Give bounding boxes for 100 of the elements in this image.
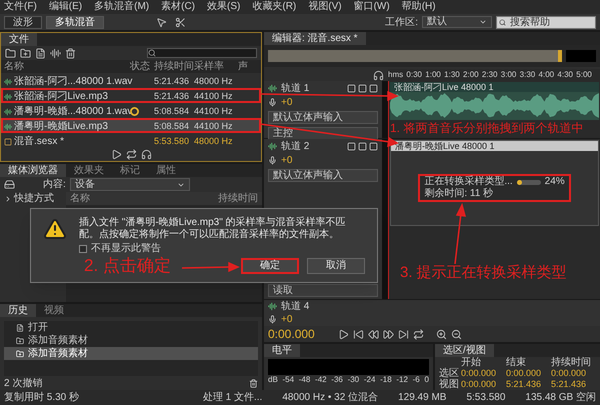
overview-preview [566, 50, 596, 62]
time-field[interactable]: 0:00.000 [461, 368, 506, 379]
zoom-out-icon[interactable] [451, 328, 462, 340]
content-dropdown[interactable]: 设备 [70, 178, 190, 191]
menu-item[interactable]: 帮助(H) [402, 0, 436, 14]
panel-tab[interactable]: 文件 [1, 33, 37, 46]
audio-file-icon [4, 92, 12, 100]
panel-tab[interactable]: 媒体浏览器 [0, 164, 66, 177]
column-header: 结束 [506, 357, 527, 368]
column-header[interactable]: 状态 [130, 60, 154, 73]
checkbox-label: 不再显示此警告 [91, 243, 161, 255]
track-icon [268, 142, 277, 151]
view-button[interactable]: 多轨混音 [46, 16, 104, 28]
dialog-button[interactable]: 确定 [241, 258, 299, 274]
file-row[interactable]: 混音.sesx * 5:53.580 48000 Hz [1, 133, 261, 148]
duration-cell-text: 5:08.584 [154, 106, 190, 117]
skip-forward-icon[interactable] [398, 328, 409, 340]
ruler-label: 2:30 [482, 69, 498, 81]
meter-scale-label: -12 [396, 375, 408, 385]
column-header[interactable]: 名称 [4, 60, 130, 73]
time-field[interactable]: 0:00.000 [551, 368, 596, 379]
skip-back-icon[interactable] [353, 328, 364, 340]
view-button[interactable]: 波形 [4, 16, 42, 28]
file-icon[interactable] [35, 48, 46, 58]
search-icon [499, 18, 506, 26]
play-icon[interactable] [110, 149, 122, 160]
sample-rate-cell-text: 44100 Hz [194, 106, 234, 117]
search-field[interactable] [147, 48, 257, 58]
time-field[interactable]: 0:00.000 [506, 368, 551, 379]
progress-label: 正在转换采样类型... [424, 176, 513, 188]
annotation-text: 2. 点击确定 [84, 256, 171, 276]
panel-tab[interactable]: 效果夹 [66, 164, 112, 177]
file-name: 张韶涵-阿刁Live.mp3 [4, 90, 130, 103]
tree-item[interactable]: 快捷方式 [4, 192, 62, 205]
headphones-icon[interactable] [373, 70, 384, 81]
delete-icon[interactable] [65, 48, 76, 58]
panel-tab[interactable]: 历史 [0, 304, 36, 317]
column-header[interactable]: 采样率 [194, 60, 238, 73]
meter-scale-label: -24 [364, 375, 376, 385]
panel-tab[interactable]: 标记 [112, 164, 148, 177]
import-icon[interactable] [20, 48, 31, 58]
menu-item[interactable]: 文件(F) [4, 0, 37, 14]
loop-icon[interactable] [126, 149, 136, 160]
panel-tab[interactable]: 属性 [148, 164, 184, 177]
time-field[interactable]: 5:21.436 [551, 379, 596, 390]
menu-item[interactable]: 素材(C) [161, 0, 196, 14]
column-header[interactable]: 名称 [70, 192, 90, 205]
checkbox[interactable] [79, 245, 87, 253]
help-search-field[interactable]: 搜索帮助 [496, 16, 596, 28]
panel-tab[interactable]: 选区/视图 [435, 344, 494, 357]
loop-icon[interactable] [413, 328, 424, 340]
rewind-icon[interactable] [368, 328, 379, 340]
audio-clip[interactable]: 张韶涵-阿刁Live 48000 1 [390, 82, 599, 120]
meter-scale-label: 0 [424, 375, 429, 385]
menu-item[interactable]: 窗口(W) [354, 0, 390, 14]
menu-item[interactable]: 多轨混音(M) [94, 0, 150, 14]
audio-clip[interactable]: 潘粤明-晚婚Live 48000 1 正在转换采样类型... 24% 剩余时间: 11 秒 [390, 140, 599, 226]
time-field[interactable]: 0:00.000 [461, 379, 506, 390]
history-item[interactable]: 添加音频素材 [4, 334, 258, 347]
dialog-button[interactable]: 取消 [307, 258, 365, 274]
audio-file-icon [4, 78, 12, 86]
status-text: 135.48 GB 空闲 [525, 390, 596, 405]
file-row[interactable]: 张韶涵-阿刁...48000 1.wav 5:21.436 48000 Hz [1, 73, 261, 88]
fast-forward-icon[interactable] [383, 328, 394, 340]
track-icon [268, 84, 277, 93]
folder-icon[interactable] [5, 48, 16, 58]
import-icon [16, 350, 24, 358]
history-item[interactable]: 添加音频素材 [4, 347, 258, 360]
meter-scale-label: dB [268, 375, 278, 385]
workspace-dropdown[interactable]: 默认 [422, 16, 492, 28]
play-icon[interactable] [338, 328, 349, 340]
menu-item[interactable]: 编辑(E) [48, 0, 82, 14]
panel-tab[interactable]: 电平 [264, 344, 300, 357]
menu-item[interactable]: 视图(V) [308, 0, 342, 14]
audio-icon[interactable] [50, 48, 61, 58]
column-header[interactable]: 持续时间 [218, 192, 258, 205]
menu-item[interactable]: 效果(S) [207, 0, 240, 14]
input-dropdown[interactable]: 默认立体声输入 [268, 111, 378, 124]
file-row[interactable]: 张韶涵-阿刁Live.mp3 5:21.436 44100 Hz [1, 88, 261, 103]
input-dropdown[interactable]: 默认立体声输入 [268, 169, 378, 182]
annotation-arrow [454, 202, 466, 264]
audio-file-icon [4, 108, 12, 116]
file-row[interactable]: 潘粤明-晚婚Live.mp3 5:08.584 44100 Hz [1, 118, 261, 133]
menu-item[interactable]: 收藏夹(R) [252, 0, 296, 14]
annotation-text: 3. 提示正在转换采样类型 [400, 264, 567, 282]
column-header: 持续时间 [551, 357, 592, 368]
sample-rate-cell-text: 44100 Hz [194, 91, 234, 102]
preview-icon[interactable] [140, 149, 152, 160]
zoom-in-icon[interactable] [436, 328, 447, 340]
history-item[interactable]: 打开 [4, 321, 258, 334]
column-header[interactable]: 声 [238, 60, 252, 73]
drive-icon[interactable] [4, 179, 15, 190]
pointer-tool-icon[interactable] [156, 16, 167, 28]
panel-tab[interactable]: 编辑器: 混音.sesx * [264, 32, 366, 45]
time-field[interactable]: 5:21.436 [506, 379, 551, 390]
razor-tool-icon[interactable] [175, 16, 186, 28]
panel-tab[interactable]: 视频 [36, 304, 72, 317]
column-header[interactable]: 持续时间 [154, 60, 194, 73]
output-dropdown[interactable]: 读取 [268, 284, 378, 297]
delete-icon[interactable] [249, 378, 258, 388]
